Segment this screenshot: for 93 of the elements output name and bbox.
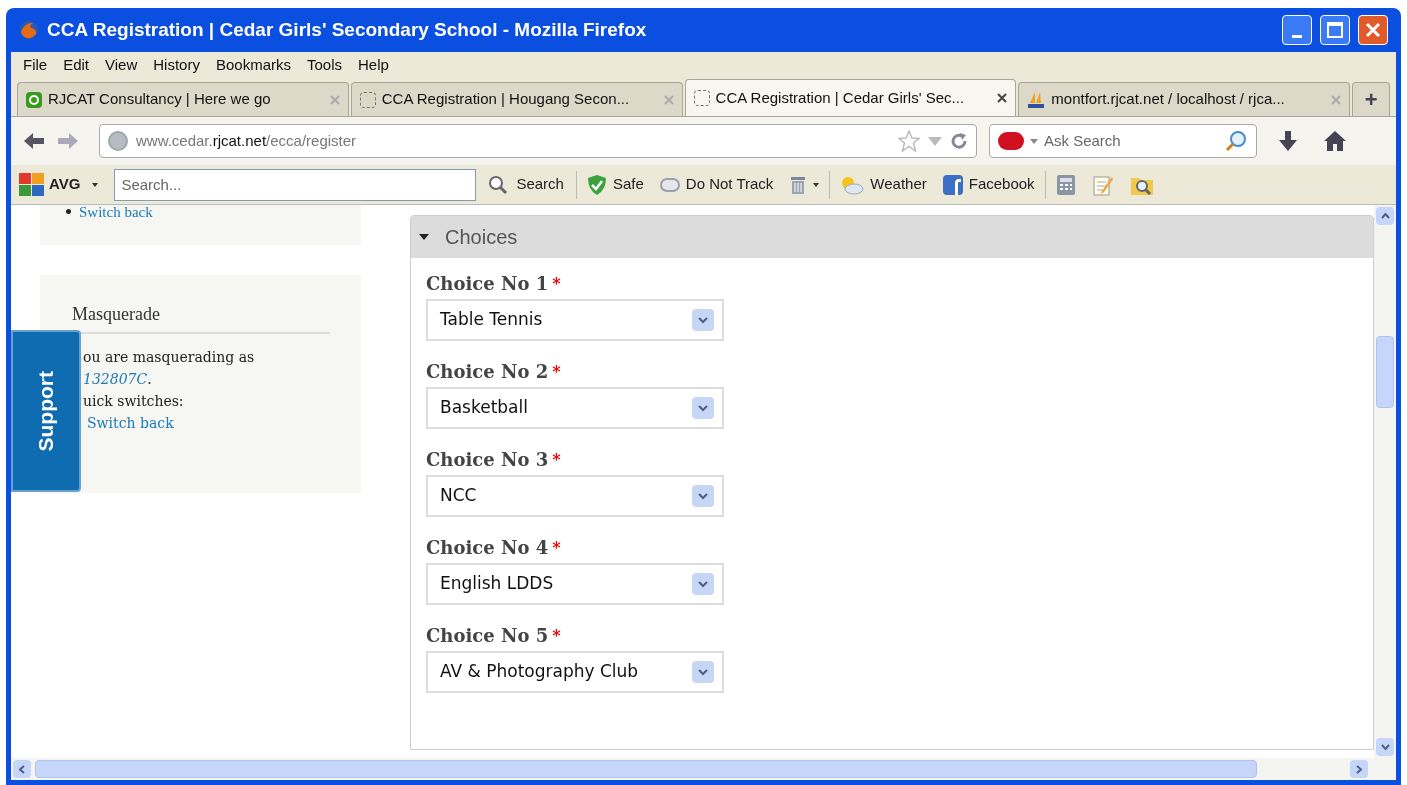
browser-tab[interactable]: RJCAT Consultancy | Here we go xyxy=(17,82,349,116)
web-search-box[interactable]: Ask Search xyxy=(989,124,1257,158)
field-label: Choice No 1 xyxy=(426,272,549,296)
sun-cloud-icon xyxy=(840,174,865,195)
menu-item[interactable]: Edit xyxy=(55,54,98,77)
scroll-down-icon[interactable] xyxy=(1376,738,1394,756)
chevron-down-icon xyxy=(692,397,714,419)
forward-arrow-icon[interactable] xyxy=(57,132,79,150)
web-search-field[interactable]: Ask Search xyxy=(1044,129,1218,153)
menu-item[interactable]: File xyxy=(15,54,56,77)
minimize-button[interactable] xyxy=(1282,15,1312,45)
caret-icon xyxy=(92,182,99,187)
chevron-down-icon xyxy=(692,573,714,595)
search-button[interactable]: Search xyxy=(480,170,572,199)
new-tab-button[interactable]: + xyxy=(1352,82,1390,116)
field-label: Choice No 5 xyxy=(426,624,549,648)
menu-item[interactable]: Tools xyxy=(299,54,350,77)
dropdown-select[interactable]: Table Tennis xyxy=(426,299,724,341)
close-button[interactable] xyxy=(1358,15,1388,45)
home-icon[interactable] xyxy=(1323,130,1347,152)
menu-item[interactable]: View xyxy=(97,54,146,77)
scroll-right-icon[interactable] xyxy=(1350,760,1368,778)
fieldset-toggle[interactable]: Choices xyxy=(411,216,1373,258)
vertical-scrollbar[interactable] xyxy=(1374,205,1396,758)
field-label: Choice No 3 xyxy=(426,448,549,472)
four-squares-logo-icon xyxy=(19,172,45,197)
dropdown-select[interactable]: English LDDS xyxy=(426,563,724,605)
required-marker: * xyxy=(552,449,561,471)
menu-item[interactable]: Bookmarks xyxy=(207,54,299,77)
blank-page-icon xyxy=(359,91,376,108)
field-label: Choice No 4 xyxy=(426,536,549,560)
required-marker: * xyxy=(552,361,561,383)
search-icon[interactable] xyxy=(1224,129,1248,153)
do-not-track-button[interactable]: Do Not Track xyxy=(653,170,780,199)
user-line: 132807C. xyxy=(83,370,153,389)
required-marker: * xyxy=(552,273,561,295)
star-icon[interactable] xyxy=(898,130,920,152)
block-title: Masquerade xyxy=(72,301,330,334)
shield-check-icon xyxy=(586,173,607,196)
blank-page-icon xyxy=(693,90,710,106)
scroll-left-icon[interactable] xyxy=(13,760,31,778)
chevron-down-icon xyxy=(692,661,714,683)
magnifier-icon xyxy=(488,174,509,195)
support-tab[interactable]: Support xyxy=(11,330,81,492)
maximize-button[interactable] xyxy=(1320,15,1350,45)
browser-tab[interactable]: montfort.rjcat.net / localhost / rjca... xyxy=(1018,82,1351,116)
fox-globe-icon xyxy=(19,20,39,40)
switch-back-link[interactable]: Switch back xyxy=(79,205,153,220)
safe-button[interactable]: Safe xyxy=(580,170,650,199)
avg-menu-button[interactable]: AVG xyxy=(15,170,103,199)
required-marker: * xyxy=(552,625,561,647)
menu-item[interactable]: History xyxy=(145,54,208,77)
url-text: www.cedar.rjcat.net/ecca/register xyxy=(136,130,358,151)
scroll-up-icon[interactable] xyxy=(1376,207,1394,225)
window-title: CCA Registration | Cedar Girls' Secondary School - Mozilla Firefox xyxy=(47,17,648,42)
scroll-thumb[interactable] xyxy=(1376,335,1394,408)
close-icon xyxy=(1365,22,1381,38)
globe-icon xyxy=(108,131,128,151)
caret-icon[interactable] xyxy=(1030,138,1038,144)
chevron-down-icon xyxy=(692,309,714,331)
f-logo-icon xyxy=(942,174,963,195)
chevron-down-icon xyxy=(692,485,714,507)
user-link[interactable]: 132807C xyxy=(83,371,148,387)
dropdown-select[interactable]: NCC xyxy=(426,475,724,517)
leaf-logo-icon xyxy=(26,91,42,108)
toolbar-search-field[interactable]: Search... xyxy=(114,168,477,201)
field-label: Choice No 2 xyxy=(426,360,549,384)
download-arrow-icon[interactable] xyxy=(1277,130,1299,152)
quick-switches-label: uick switches: xyxy=(83,392,185,411)
notepad-pencil-icon xyxy=(1091,173,1114,196)
sail-logo-icon xyxy=(1027,90,1046,109)
calculator-icon xyxy=(1055,173,1076,196)
address-bar[interactable]: www.cedar.rjcat.net/ecca/register xyxy=(99,124,977,158)
ask-logo-icon xyxy=(998,132,1024,150)
browser-tab[interactable]: CCA Registration | Cedar Girls' Sec... xyxy=(684,79,1017,116)
menu-item[interactable]: Help xyxy=(350,54,397,77)
scroll-thumb[interactable] xyxy=(35,760,1257,778)
dropdown-triangle-icon[interactable] xyxy=(928,136,942,146)
bullet-icon xyxy=(66,209,71,214)
facebook-button[interactable]: Facebook xyxy=(936,170,1041,199)
horizontal-scrollbar[interactable] xyxy=(11,758,1396,780)
required-marker: * xyxy=(552,537,561,559)
caret-icon xyxy=(813,182,820,187)
close-icon[interactable] xyxy=(997,93,1008,103)
dropdown-select[interactable]: AV & Photography Club xyxy=(426,651,724,693)
back-arrow-icon[interactable] xyxy=(23,132,45,150)
reload-icon[interactable] xyxy=(950,132,968,150)
browser-tab[interactable]: CCA Registration | Hougang Secon... xyxy=(350,82,683,116)
trash-icon xyxy=(789,174,808,195)
dropdown-select[interactable]: Basketball xyxy=(426,387,724,429)
switch-back-link[interactable]: Switch back xyxy=(83,412,330,434)
masquerade-text: ou are masquerading as xyxy=(83,348,256,367)
weather-button[interactable]: Weather xyxy=(834,170,933,199)
